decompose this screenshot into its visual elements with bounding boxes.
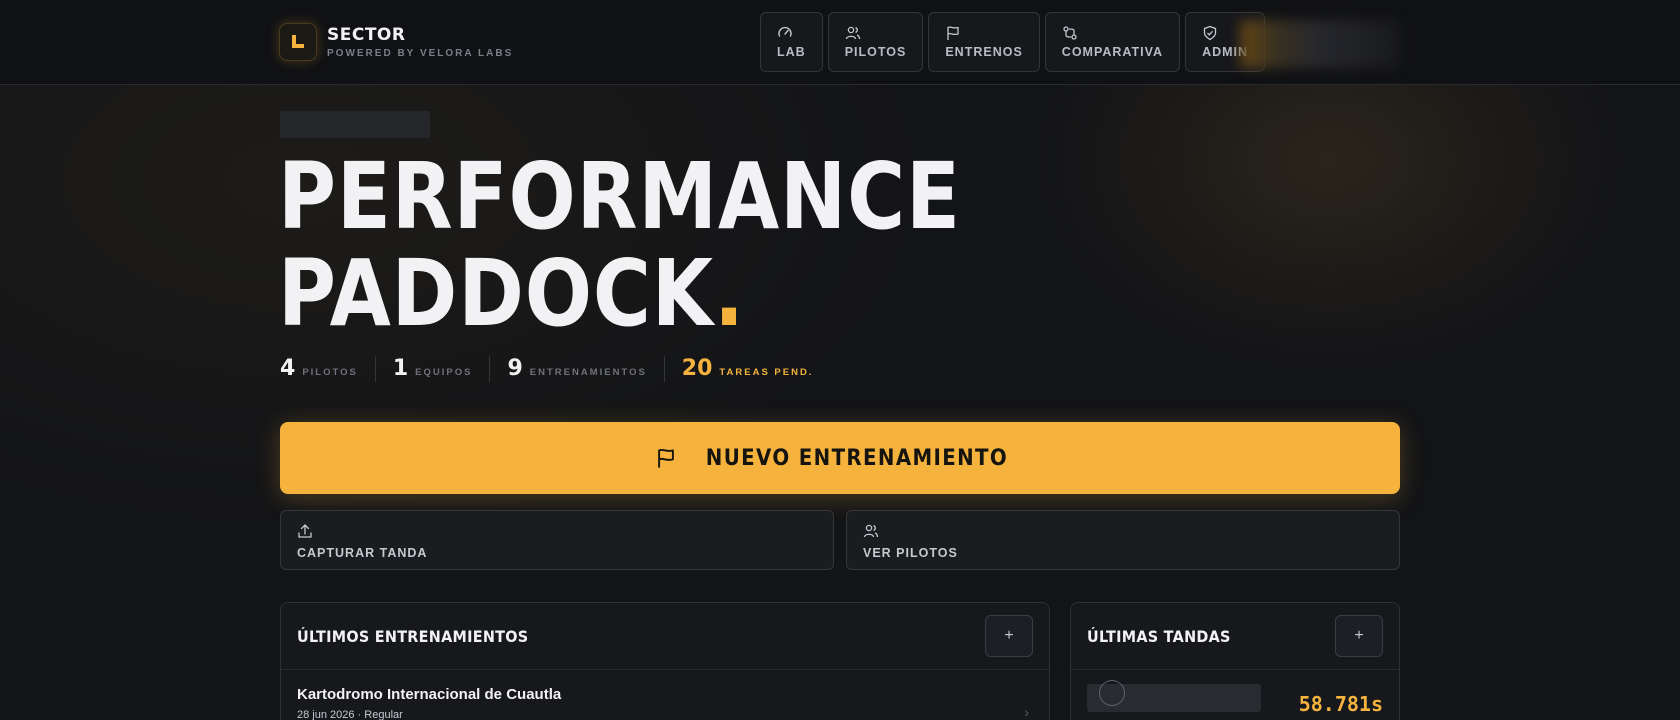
stat-pilotos: 4 PILOTOS <box>280 356 375 382</box>
chevron-right-icon: › <box>1024 704 1029 720</box>
compare-icon <box>1063 26 1077 40</box>
training-meta: 28 jun 2026 · Regular <box>297 709 403 720</box>
user-menu[interactable] <box>1240 20 1400 68</box>
page-title: PERFORMANCE PADDOCK. <box>278 148 961 342</box>
add-lap-button[interactable]: + <box>1335 615 1383 657</box>
stat-label: EQUIPOS <box>415 367 473 378</box>
stat-entrenamientos: 9 ENTRENAMIENTOS <box>489 356 663 382</box>
stat-value: 20 <box>681 356 713 381</box>
nav-item-comparativa[interactable]: COMPARATIVA <box>1044 12 1181 72</box>
training-title: Kartodromo Internacional de Cuautla <box>297 686 562 703</box>
brand[interactable]: SECTOR POWERED BY VELORA LABS <box>279 23 513 61</box>
stat-value: 1 <box>392 356 409 381</box>
list-item[interactable]: 58.781s <box>1071 670 1399 720</box>
nav-label-lab: LAB <box>777 45 806 59</box>
stat-value: 9 <box>507 356 523 381</box>
new-training-button[interactable]: NUEVO ENTRENAMIENTO <box>280 422 1400 494</box>
nav-item-entrenos[interactable]: ENTRENOS <box>928 12 1040 72</box>
panel-header: ÚLTIMAS TANDAS + <box>1071 603 1399 670</box>
new-training-label: NUEVO ENTRENAMIENTO <box>705 445 1009 471</box>
panel-header: ÚLTIMOS ENTRENAMIENTOS + <box>281 603 1049 670</box>
brand-name: SECTOR <box>327 25 406 45</box>
capture-lap-label: CAPTURAR TANDA <box>297 546 428 560</box>
capture-lap-button[interactable]: CAPTURAR TANDA <box>280 510 834 570</box>
nav-label-entrenos: ENTRENOS <box>945 45 1023 59</box>
gauge-icon <box>778 26 792 37</box>
nav-item-pilotos[interactable]: PILOTOS <box>827 12 924 72</box>
upload-icon <box>298 524 312 538</box>
brand-tagline: POWERED BY VELORA LABS <box>327 48 514 59</box>
shield-icon <box>1203 25 1217 41</box>
top-bar: SECTOR POWERED BY VELORA LABS LAB PILOTO… <box>0 0 1680 85</box>
stat-label: TAREAS PEND. <box>719 367 814 378</box>
logo-icon <box>279 23 317 61</box>
latest-trainings-panel: ÚLTIMOS ENTRENAMIENTOS + Kartodromo Inte… <box>280 602 1050 720</box>
users-icon <box>863 524 879 538</box>
stat-label: PILOTOS <box>302 367 358 378</box>
flag-icon <box>947 26 959 40</box>
hero-dot: . <box>713 240 745 347</box>
list-item[interactable]: Kartodromo Internacional de Cuautla 28 j… <box>281 670 1049 720</box>
stat-label: ENTRENAMIENTOS <box>529 367 647 378</box>
hero-line-2: PADDOCK <box>278 240 714 347</box>
stat-tareas-pendientes: 20 TAREAS PEND. <box>663 356 831 382</box>
nav-label-pilotos: PILOTOS <box>844 45 907 59</box>
lap-time: 58.781s <box>1298 692 1383 716</box>
avatar <box>1099 680 1125 706</box>
view-pilots-label: VER PILOTOS <box>863 546 958 560</box>
panel-title: ÚLTIMAS TANDAS <box>1087 626 1231 646</box>
page: SECTOR POWERED BY VELORA LABS LAB PILOTO… <box>0 0 1680 720</box>
hero-line-1: PERFORMANCE <box>278 143 961 250</box>
panel-title: ÚLTIMOS ENTRENAMIENTOS <box>297 626 529 646</box>
nav-item-lab[interactable]: LAB <box>760 12 823 72</box>
hero-kicker <box>280 111 430 138</box>
view-pilots-button[interactable]: VER PILOTOS <box>846 510 1400 570</box>
latest-laps-panel: ÚLTIMAS TANDAS + 58.781s <box>1070 602 1400 720</box>
flag-icon <box>658 448 674 468</box>
add-training-button[interactable]: + <box>985 615 1033 657</box>
stats-row: 4 PILOTOS 1 EQUIPOS 9 ENTRENAMIENTOS 20 … <box>280 356 830 382</box>
stat-value: 4 <box>280 356 296 381</box>
nav-label-comparativa: COMPARATIVA <box>1061 45 1164 59</box>
main-nav: LAB PILOTOS ENTRENOS COMPARATIVA ADMIN <box>760 12 1266 72</box>
users-icon <box>845 26 860 40</box>
stat-equipos: 1 EQUIPOS <box>374 356 490 382</box>
